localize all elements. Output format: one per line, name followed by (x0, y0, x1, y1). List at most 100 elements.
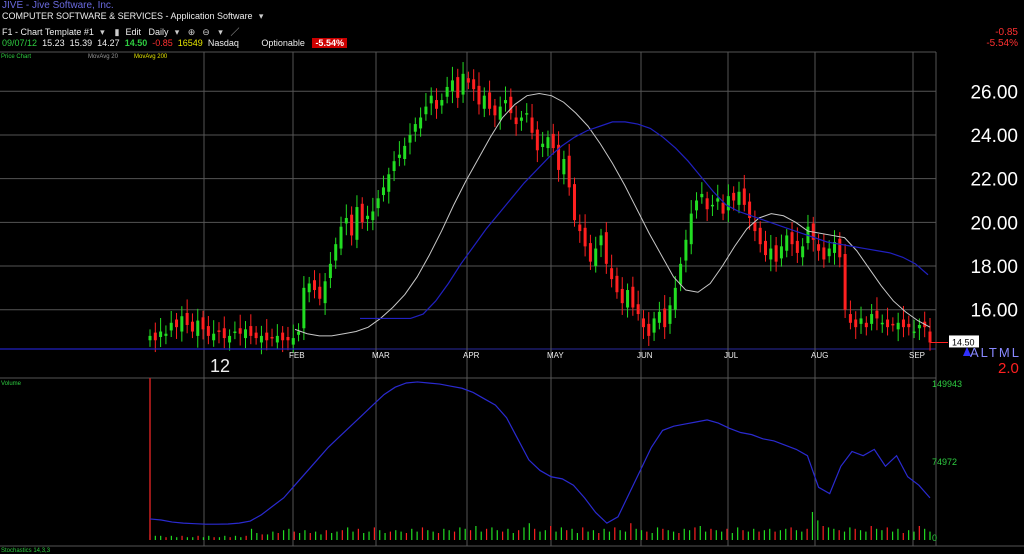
candle-body (785, 235, 789, 251)
volume-avg-line (149, 381, 931, 525)
candle-body (758, 227, 762, 245)
candle-body (206, 326, 210, 336)
candle-body (917, 324, 921, 329)
candle-body (764, 240, 768, 256)
candle-body (148, 335, 152, 341)
candle-body (275, 335, 279, 343)
candle-body (641, 318, 645, 328)
candle-body (482, 95, 486, 109)
candle-body (355, 207, 359, 240)
candle-body (477, 85, 481, 105)
candle-body (551, 133, 555, 149)
candle-body (392, 161, 396, 172)
candle-body (217, 330, 221, 332)
candle-body (307, 283, 311, 293)
chart-grid (0, 51, 1024, 547)
legend-bottom: Stochastics 14,3,3 (1, 548, 51, 554)
candle-body (668, 305, 672, 324)
candle-body (546, 137, 550, 149)
candle-body (201, 317, 205, 330)
candle-body (180, 316, 184, 332)
candle-body (541, 143, 545, 147)
candle-body (408, 134, 412, 143)
candle-body (901, 319, 905, 328)
candle-body (472, 79, 476, 90)
candles (148, 62, 932, 355)
candle-body (286, 336, 290, 341)
candle-body (344, 217, 348, 224)
candle-body (599, 235, 603, 246)
candle-body (297, 331, 301, 335)
candle-body (318, 286, 322, 299)
candle-body (360, 203, 364, 223)
candle-body (233, 331, 237, 334)
candle-body (631, 286, 635, 308)
candle-body (190, 321, 194, 332)
price-tick-label: 18.00 (970, 257, 1018, 278)
candle-body (265, 332, 269, 341)
candle-body (588, 243, 592, 262)
candle-body (610, 268, 614, 280)
volume-tick-label: 0 (932, 533, 937, 543)
candle-body (848, 314, 852, 323)
candle-body (684, 239, 688, 261)
axis-labels: 26.00 24.00 22.00 20.00 18.00 16.00 12 FEB MAR AP… (1, 54, 1021, 554)
altml-label: ALTML (970, 345, 1021, 360)
candle-body (912, 331, 916, 334)
candle-body (859, 318, 863, 324)
candle-body (535, 129, 539, 151)
legend-ma200: MovAvg 200 (134, 54, 168, 60)
candle-body (562, 159, 566, 175)
candle-body (281, 332, 285, 341)
candle-body (238, 328, 242, 334)
candle-body (864, 322, 868, 328)
legend-ma20: MovAvg 20 (88, 54, 119, 60)
candle-body (185, 312, 189, 325)
candle-body (525, 113, 529, 115)
candle-body (907, 323, 911, 328)
candle-body (530, 117, 534, 133)
candle-body (726, 196, 730, 211)
candle-body (461, 73, 465, 95)
volume-panel (149, 378, 931, 540)
price-volume-chart[interactable]: 26.00 24.00 22.00 20.00 18.00 16.00 12 FEB MAR AP… (0, 0, 1024, 554)
candle-body (854, 319, 858, 328)
volume-tick-label: 149943 (932, 379, 962, 389)
candle-body (790, 232, 794, 245)
candle-body (827, 248, 831, 257)
candle-body (779, 246, 783, 259)
candle-body (928, 331, 932, 343)
candle-body (196, 320, 200, 336)
candle-body (578, 224, 582, 232)
candle-body (291, 338, 295, 345)
candle-body (594, 248, 598, 267)
price-tick-label: 20.00 (970, 213, 1018, 234)
candle-body (376, 198, 380, 209)
time-tick-label: APR (463, 351, 480, 360)
candle-body (328, 263, 332, 279)
time-tick-label: JUN (637, 351, 653, 360)
candle-body (572, 184, 576, 221)
candle-body (620, 288, 624, 304)
volume-tick-label: 74972 (932, 457, 957, 467)
candle-body (870, 314, 874, 324)
price-tick-label: 24.00 (970, 126, 1018, 147)
candle-body (817, 244, 821, 251)
candle-body (302, 287, 306, 329)
candle-body (891, 323, 895, 326)
candle-body (493, 105, 497, 116)
legend-volume: Volume (1, 381, 22, 387)
candle-body (435, 100, 439, 109)
time-tick-label: AUG (811, 351, 828, 360)
price-tick-label: 16.00 (970, 301, 1018, 322)
candle-body (244, 329, 248, 339)
candle-body (514, 117, 518, 125)
candle-body (705, 198, 709, 210)
candle-body (212, 333, 216, 341)
candle-body (875, 310, 879, 319)
ma20-line (294, 92, 931, 337)
candle-body (838, 238, 842, 258)
candle-body (886, 319, 890, 328)
candle-body (737, 191, 741, 205)
candle-body (228, 335, 232, 343)
